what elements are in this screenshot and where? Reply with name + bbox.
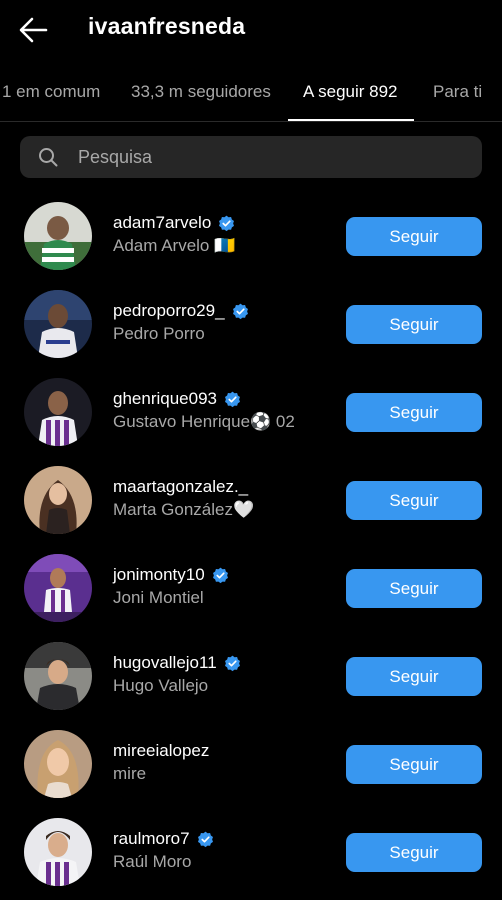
follow-button[interactable]: Seguir	[346, 569, 482, 608]
full-name: Hugo Vallejo	[113, 676, 209, 695]
back-arrow-icon[interactable]	[16, 12, 52, 48]
username: maartagonzalez._	[113, 477, 249, 496]
username: hugovallejo11	[113, 653, 217, 672]
avatar[interactable]	[24, 378, 92, 446]
follow-button[interactable]: Seguir	[346, 305, 482, 344]
follow-button[interactable]: Seguir	[346, 745, 482, 784]
verified-badge-icon	[197, 831, 213, 847]
user-row[interactable]: pedroporro29_ Pedro Porro Seguir	[0, 278, 502, 366]
verified-badge-icon	[224, 655, 240, 671]
username: jonimonty10	[113, 565, 205, 584]
search-bar[interactable]	[20, 136, 482, 178]
avatar[interactable]	[24, 466, 92, 534]
tab-mutual[interactable]: 1 em comum	[2, 82, 100, 102]
full-name: Joni Montiel	[113, 588, 204, 607]
full-name: Marta González🤍	[113, 500, 255, 519]
username: adam7arvelo	[113, 213, 212, 232]
avatar[interactable]	[24, 730, 92, 798]
active-tab-indicator	[288, 119, 414, 121]
user-row[interactable]: adam7arvelo Adam Arvelo 🇮🇨 Seguir	[0, 190, 502, 278]
top-bar: ivaanfresneda	[0, 0, 502, 58]
avatar[interactable]	[24, 818, 92, 886]
user-row[interactable]: hugovallejo11 Hugo Vallejo Seguir	[0, 630, 502, 718]
tab-following[interactable]: A seguir 892	[303, 82, 398, 102]
verified-badge-icon	[219, 215, 235, 231]
avatar[interactable]	[24, 554, 92, 622]
follow-button[interactable]: Seguir	[346, 481, 482, 520]
full-name: Gustavo Henrique⚽ 02	[113, 412, 295, 431]
search-input[interactable]	[78, 136, 468, 178]
tab-for-you[interactable]: Para ti	[433, 82, 482, 102]
verified-badge-icon	[212, 567, 228, 583]
tab-followers[interactable]: 33,3 m seguidores	[131, 82, 271, 102]
avatar[interactable]	[24, 642, 92, 710]
follow-button[interactable]: Seguir	[346, 217, 482, 256]
user-row[interactable]: raulmoro7 Raúl Moro Seguir	[0, 806, 502, 894]
tab-bar: 1 em comum 33,3 m seguidores A seguir 89…	[0, 72, 502, 122]
full-name: Pedro Porro	[113, 324, 205, 343]
user-row[interactable]: jonimonty10 Joni Montiel Seguir	[0, 542, 502, 630]
profile-username-title: ivaanfresneda	[88, 13, 246, 39]
search-icon	[39, 148, 58, 167]
follow-button[interactable]: Seguir	[346, 833, 482, 872]
verified-badge-icon	[232, 303, 248, 319]
avatar[interactable]	[24, 202, 92, 270]
username: raulmoro7	[113, 829, 190, 848]
follow-button[interactable]: Seguir	[346, 393, 482, 432]
following-list: adam7arvelo Adam Arvelo 🇮🇨 Seguir pedrop…	[0, 190, 502, 894]
full-name: Adam Arvelo 🇮🇨	[113, 236, 236, 255]
username: pedroporro29_	[113, 301, 225, 320]
avatar[interactable]	[24, 290, 92, 358]
full-name: Raúl Moro	[113, 852, 192, 871]
username: mireeialopez	[113, 741, 210, 760]
user-row[interactable]: ghenrique093 Gustavo Henrique⚽ 02 Seguir	[0, 366, 502, 454]
follow-button[interactable]: Seguir	[346, 657, 482, 696]
user-row[interactable]: maartagonzalez._ Marta González🤍 Seguir	[0, 454, 502, 542]
user-row[interactable]: mireeialopez mire Seguir	[0, 718, 502, 806]
full-name: mire	[113, 764, 147, 783]
verified-badge-icon	[225, 391, 240, 407]
username: ghenrique093	[113, 389, 217, 408]
